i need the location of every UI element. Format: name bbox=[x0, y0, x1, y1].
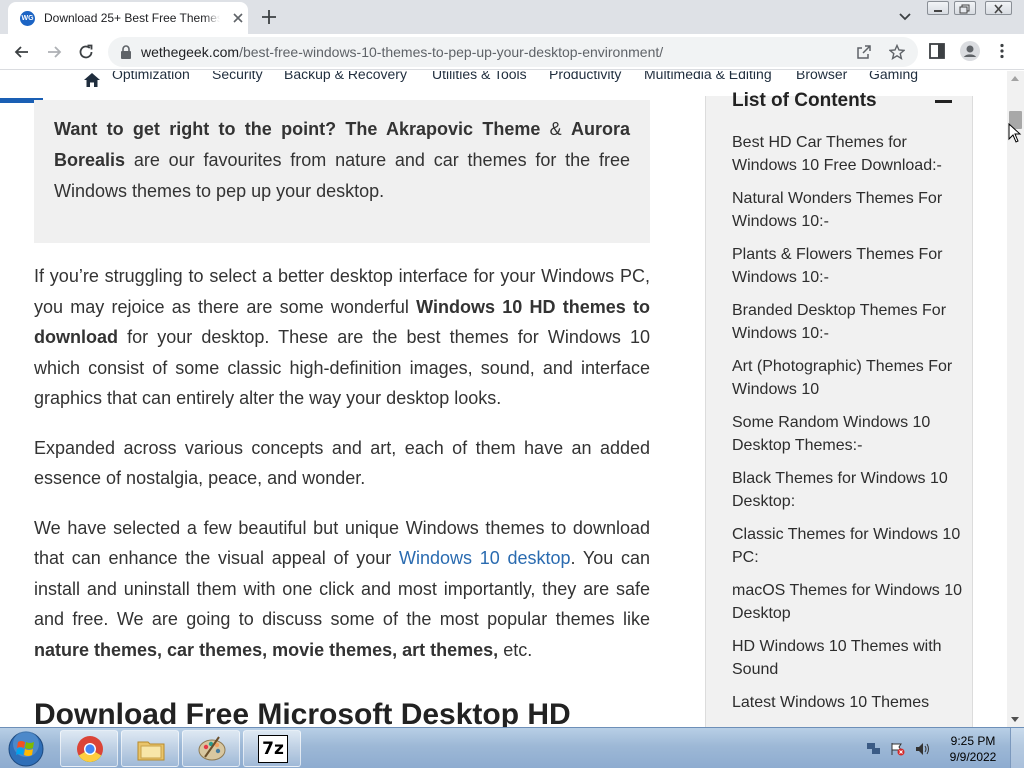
nav-link-gaming[interactable]: Gaming bbox=[869, 71, 918, 82]
page-viewport: Optimization Security Backup & Recovery … bbox=[0, 71, 1007, 727]
p3-bold-1: nature themes, car themes, movie themes,… bbox=[34, 639, 499, 660]
side-panel-icon[interactable] bbox=[928, 42, 946, 60]
section-heading: Download Free Microsoft Desktop HD bbox=[34, 698, 571, 727]
nav-link-backup-recovery[interactable]: Backup & Recovery bbox=[284, 71, 407, 82]
chevron-down-icon[interactable] bbox=[896, 8, 914, 26]
minimize-icon bbox=[934, 10, 942, 12]
nav-link-productivity[interactable]: Productivity bbox=[549, 71, 621, 82]
toc-item[interactable]: Plants & Flowers Themes For Windows 10:- bbox=[732, 243, 962, 289]
scroll-up-arrow-icon[interactable] bbox=[1011, 76, 1019, 81]
window-close-button[interactable] bbox=[985, 1, 1012, 15]
taskbar-chrome-button[interactable] bbox=[60, 730, 118, 767]
clock-date: 9/9/2022 bbox=[949, 750, 997, 764]
bookmark-star-icon[interactable] bbox=[889, 44, 905, 60]
window-minimize-button[interactable] bbox=[927, 1, 949, 15]
reload-icon[interactable] bbox=[76, 42, 96, 62]
lock-icon[interactable] bbox=[120, 45, 132, 59]
toc-item[interactable]: Latest Windows 10 Themes bbox=[732, 691, 962, 714]
url-host: wethegeek.com bbox=[141, 44, 240, 60]
toc-item[interactable]: HD Windows 10 Themes with Sound bbox=[732, 635, 962, 681]
system-clock[interactable]: 9:25 PM 9/9/2022 bbox=[946, 733, 1000, 765]
new-tab-plus-icon[interactable] bbox=[259, 7, 279, 27]
browser-tab[interactable]: WG Download 25+ Best Free Themes for Win… bbox=[8, 2, 248, 34]
p3-text-3: etc. bbox=[498, 639, 533, 660]
url-path: /best-free-windows-10-themes-to-pep-up-y… bbox=[239, 44, 664, 60]
windows-start-orb-icon[interactable] bbox=[6, 730, 46, 768]
toc-item[interactable]: macOS Themes for Windows 10 Desktop bbox=[732, 579, 962, 625]
chrome-icon bbox=[77, 736, 103, 763]
7zip-icon: 7z bbox=[258, 735, 288, 763]
toc-list: Best HD Car Themes for Windows 10 Free D… bbox=[732, 131, 962, 724]
article-paragraph-2: Expanded across various concepts and art… bbox=[34, 437, 650, 489]
address-bar[interactable]: wethegeek.com/best-free-windows-10-theme… bbox=[108, 37, 918, 67]
site-favicon-icon: WG bbox=[20, 11, 35, 26]
nav-link-multimedia-editing[interactable]: Multimedia & Editing bbox=[644, 71, 772, 82]
toc-item[interactable]: Best HD Car Themes for Windows 10 Free D… bbox=[732, 131, 962, 177]
paint-palette-icon bbox=[198, 736, 226, 761]
nav-link-security[interactable]: Security bbox=[212, 71, 263, 82]
toc-title: List of Contents bbox=[732, 90, 877, 111]
tab-strip: WG Download 25+ Best Free Themes for Win… bbox=[0, 0, 1024, 34]
home-icon[interactable] bbox=[83, 72, 101, 88]
callout-bold-1: Want to get right to the point? The Akra… bbox=[54, 119, 541, 139]
tab-title: Download 25+ Best Free Themes for Window… bbox=[44, 11, 220, 25]
windows-10-desktop-link[interactable]: Windows 10 desktop bbox=[399, 548, 571, 568]
explorer-folder-icon bbox=[137, 741, 165, 761]
callout-text-1: & bbox=[540, 119, 571, 139]
close-icon[interactable] bbox=[230, 10, 246, 26]
toc-item[interactable]: Art (Photographic) Themes For Windows 10 bbox=[732, 355, 962, 401]
nav-link-optimization[interactable]: Optimization bbox=[112, 71, 190, 82]
browser-toolbar: wethegeek.com/best-free-windows-10-theme… bbox=[0, 34, 1024, 70]
table-of-contents: List of Contents Best HD Car Themes for … bbox=[705, 90, 973, 727]
nav-link-browser[interactable]: Browser bbox=[796, 71, 847, 82]
close-x-icon bbox=[994, 4, 1003, 14]
article-body: If you’re struggling to select a better … bbox=[34, 261, 650, 727]
network-icon[interactable] bbox=[866, 742, 881, 756]
scroll-down-arrow-icon[interactable] bbox=[1011, 717, 1019, 722]
nav-link-utilities-tools[interactable]: Utilities & Tools bbox=[432, 71, 527, 82]
toc-item[interactable]: Branded Desktop Themes For Windows 10:- bbox=[732, 299, 962, 345]
callout-text: Want to get right to the point? The Akra… bbox=[54, 114, 630, 207]
share-icon[interactable] bbox=[856, 44, 872, 60]
taskbar-7zip-button[interactable]: 7z bbox=[243, 730, 301, 767]
intro-callout: Want to get right to the point? The Akra… bbox=[34, 100, 650, 243]
url-text[interactable]: wethegeek.com/best-free-windows-10-theme… bbox=[141, 44, 663, 60]
window-restore-button[interactable] bbox=[954, 1, 976, 15]
toc-item[interactable]: Black Themes for Windows 10 Desktop: bbox=[732, 467, 962, 513]
clock-time: 9:25 PM bbox=[950, 734, 996, 748]
kebab-menu-icon[interactable] bbox=[996, 42, 1008, 60]
action-center-flag-icon[interactable] bbox=[890, 742, 905, 756]
volume-speaker-icon[interactable] bbox=[915, 742, 930, 756]
toc-item[interactable]: Natural Wonders Themes For Windows 10:- bbox=[732, 187, 962, 233]
p1-text-2: for your desktop. These are the best the… bbox=[34, 327, 650, 408]
back-arrow-icon[interactable] bbox=[12, 42, 32, 62]
article-paragraph-3: We have selected a few beautiful but uni… bbox=[34, 513, 650, 666]
windows-taskbar: 7z 9:25 PM 9/9/2022 bbox=[0, 727, 1024, 768]
taskbar-paint-button[interactable] bbox=[182, 730, 240, 767]
toc-item[interactable]: Some Random Windows 10 Desktop Themes:- bbox=[732, 411, 962, 457]
page-scrollbar[interactable] bbox=[1007, 71, 1024, 727]
taskbar-explorer-button[interactable] bbox=[121, 730, 179, 767]
profile-avatar-icon[interactable] bbox=[960, 41, 980, 61]
restore-icon bbox=[959, 4, 970, 14]
mouse-cursor-icon bbox=[1008, 123, 1022, 143]
forward-arrow-icon[interactable] bbox=[44, 42, 64, 62]
article-paragraph-1: If you’re struggling to select a better … bbox=[34, 261, 650, 414]
callout-text-2: are our favourites from nature and car t… bbox=[54, 150, 630, 201]
show-desktop-button[interactable] bbox=[1010, 728, 1024, 768]
collapse-minus-icon[interactable] bbox=[935, 100, 952, 103]
toc-item[interactable]: Classic Themes for Windows 10 PC: bbox=[732, 523, 962, 569]
